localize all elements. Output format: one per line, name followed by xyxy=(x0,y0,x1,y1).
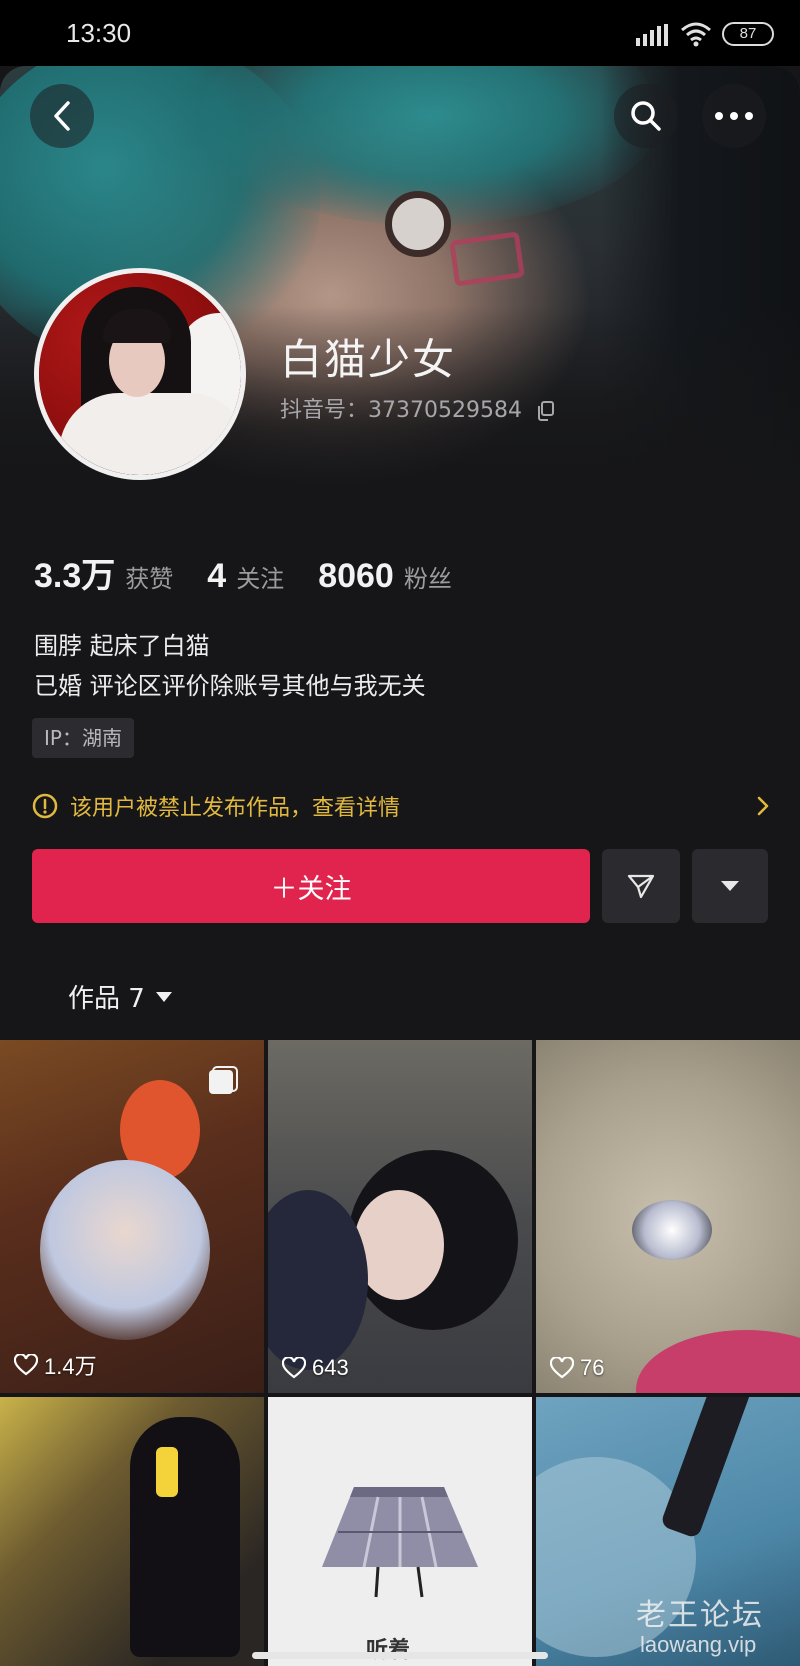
warning-icon xyxy=(32,793,58,819)
like-count: 76 xyxy=(550,1355,604,1381)
battery-level: 87 xyxy=(739,25,757,42)
work-thumbnail[interactable]: 76 xyxy=(536,1040,800,1393)
like-count-text: 643 xyxy=(312,1355,349,1380)
tab-works-label: 作品 7 xyxy=(68,984,145,1014)
heart-icon xyxy=(14,1354,38,1376)
share-button[interactable] xyxy=(602,849,680,923)
followers-count[interactable]: 8060 xyxy=(318,557,394,596)
work-thumbnail[interactable]: 1.4万 xyxy=(0,1040,264,1393)
like-count-text: 1.4万 xyxy=(44,1354,97,1379)
follow-button[interactable]: ＋关注 xyxy=(32,849,590,923)
following-label: 关注 xyxy=(236,565,285,593)
thumb-decor xyxy=(40,1160,210,1340)
like-count-text: 76 xyxy=(580,1355,605,1380)
avatar[interactable] xyxy=(34,268,246,480)
search-button[interactable] xyxy=(614,84,678,148)
work-thumbnail[interactable]: 643 xyxy=(268,1040,532,1393)
douyin-id[interactable]: 抖音号：37370529584 xyxy=(280,392,555,424)
profile-stats: 3.3万 获赞 4 关注 8060 粉丝 xyxy=(34,548,486,597)
bio-line: 围脖 起床了白猫 xyxy=(34,632,210,660)
work-thumbnail[interactable] xyxy=(0,1397,264,1666)
back-button[interactable] xyxy=(30,84,94,148)
douyin-id-text: 抖音号：37370529584 xyxy=(280,398,522,423)
skirt-image xyxy=(322,1487,478,1598)
more-dots-icon xyxy=(715,112,753,120)
more-button[interactable] xyxy=(702,84,766,148)
thumb-decor xyxy=(659,1397,753,1540)
chevron-right-icon xyxy=(757,796,769,816)
status-time: 13:30 xyxy=(66,18,132,48)
ip-location-tag: IP：湖南 xyxy=(32,718,134,758)
follow-button-label: ＋关注 xyxy=(270,873,352,905)
profile-name: 白猫少女 xyxy=(280,335,457,384)
heart-icon xyxy=(282,1357,306,1379)
likes-label: 获赞 xyxy=(125,565,174,593)
pin-icon xyxy=(209,1066,238,1094)
following-count[interactable]: 4 xyxy=(207,557,226,596)
signal-icon xyxy=(636,24,668,46)
wifi-icon xyxy=(681,22,711,47)
bio-line: 已婚 评论区评价除账号其他与我无关 xyxy=(34,672,426,700)
caret-down-icon xyxy=(155,991,172,1002)
likes-count[interactable]: 3.3万 xyxy=(34,548,115,597)
banner-decor xyxy=(449,231,525,287)
send-icon xyxy=(627,874,655,899)
status-bar: 13:30 87 xyxy=(0,0,800,66)
works-grid: 1.4万 643 76 听着 xyxy=(0,1040,800,1666)
heart-icon xyxy=(550,1357,574,1379)
like-count: 1.4万 xyxy=(14,1349,97,1381)
tab-works[interactable]: 作品 7 xyxy=(68,978,173,1015)
avatar-decor xyxy=(59,393,241,475)
home-indicator[interactable] xyxy=(252,1652,548,1659)
profile-bio: 围脖 起床了白猫 已婚 评论区评价除账号其他与我无关 xyxy=(34,626,426,706)
more-actions-button[interactable] xyxy=(692,849,768,923)
watermark-url: laowang.vip xyxy=(640,1632,757,1657)
watermark-text: 老王论坛 xyxy=(636,1598,764,1633)
work-caption: 听着 xyxy=(366,1638,411,1663)
like-count: 643 xyxy=(282,1355,349,1381)
triangle-down-icon xyxy=(721,881,739,891)
search-icon xyxy=(631,101,661,131)
thumb-decor xyxy=(156,1447,178,1497)
ban-notice-text: 该用户被禁止发布作品，查看详情 xyxy=(70,796,401,821)
banner-decor xyxy=(385,191,451,257)
profile-page: 13:30 87 白猫少女 抖音号：37370529584 3.3万 获赞 4 … xyxy=(0,0,800,1666)
battery-icon: 87 xyxy=(722,22,774,46)
chevron-left-icon xyxy=(54,101,70,131)
ban-notice[interactable]: 该用户被禁止发布作品，查看详情 xyxy=(32,776,770,836)
work-thumbnail[interactable]: 听着 xyxy=(268,1397,532,1666)
copy-icon[interactable] xyxy=(537,401,555,421)
followers-label: 粉丝 xyxy=(403,565,452,593)
thumb-decor xyxy=(130,1417,240,1657)
thumb-decor xyxy=(632,1200,712,1260)
thumb-decor xyxy=(636,1330,800,1393)
